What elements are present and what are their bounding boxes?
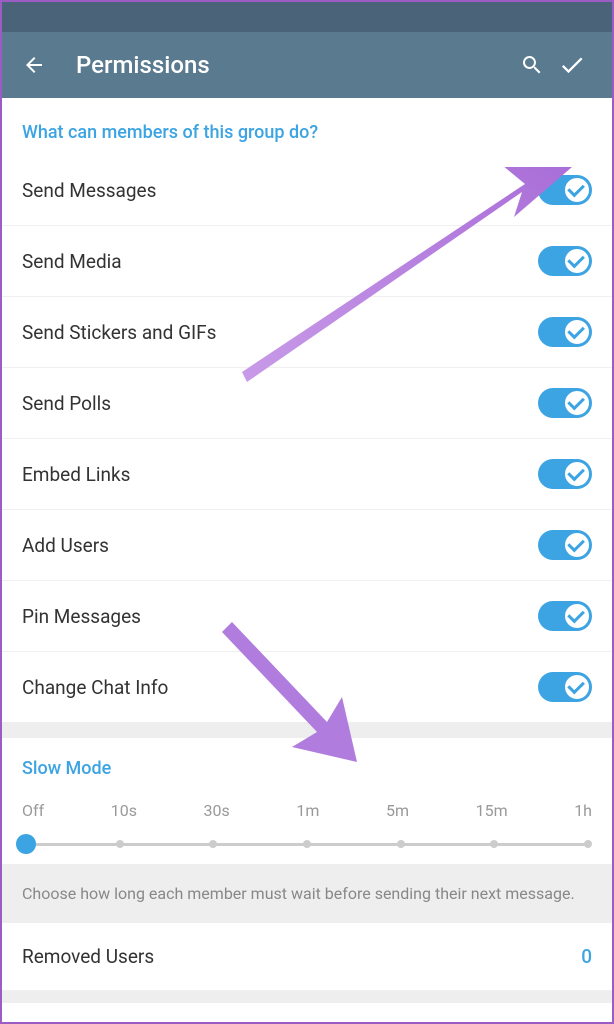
slider-label: 1h bbox=[574, 801, 592, 820]
permission-label: Embed Links bbox=[22, 463, 538, 486]
slow-mode-title: Slow Mode bbox=[22, 758, 592, 779]
check-icon bbox=[567, 535, 585, 553]
slider-tick bbox=[490, 840, 498, 848]
permission-row: Send Messages bbox=[2, 155, 612, 226]
permission-row: Pin Messages bbox=[2, 581, 612, 652]
permission-row: Change Chat Info bbox=[2, 652, 612, 722]
slider-tick bbox=[209, 840, 217, 848]
toggle-knob bbox=[563, 460, 591, 488]
permission-toggle[interactable] bbox=[538, 459, 592, 489]
slider-tick bbox=[397, 840, 405, 848]
permission-toggle[interactable] bbox=[538, 672, 592, 702]
slider-label: 1m bbox=[296, 801, 319, 820]
removed-users-row[interactable]: Removed Users 0 bbox=[2, 923, 612, 991]
check-icon bbox=[567, 322, 585, 340]
search-button[interactable] bbox=[512, 53, 552, 77]
permission-toggle[interactable] bbox=[538, 388, 592, 418]
permission-label: Send Polls bbox=[22, 392, 538, 415]
slider-label: 30s bbox=[204, 801, 230, 820]
permission-toggle[interactable] bbox=[538, 246, 592, 276]
toggle-knob bbox=[563, 673, 591, 701]
slider-label: Off bbox=[22, 801, 44, 820]
permission-row: Embed Links bbox=[2, 439, 612, 510]
status-bar bbox=[2, 2, 612, 32]
slow-mode-help: Choose how long each member must wait be… bbox=[2, 864, 612, 923]
toggle-knob bbox=[563, 602, 591, 630]
removed-users-count: 0 bbox=[581, 945, 592, 968]
check-icon bbox=[567, 677, 585, 695]
toggle-knob bbox=[563, 247, 591, 275]
check-icon bbox=[567, 180, 585, 198]
check-icon bbox=[567, 606, 585, 624]
permission-row: Send Stickers and GIFs bbox=[2, 297, 612, 368]
slow-mode-labels: Off 10s 30s 1m 5m 15m 1h bbox=[22, 801, 592, 820]
divider bbox=[2, 722, 612, 738]
permission-toggle[interactable] bbox=[538, 601, 592, 631]
slider-tick bbox=[584, 840, 592, 848]
check-icon bbox=[567, 251, 585, 269]
permission-list: Send Messages Send Media Send Stickers and… bbox=[2, 155, 612, 722]
app-bar: Permissions bbox=[2, 32, 612, 98]
permission-row: Add Users bbox=[2, 510, 612, 581]
confirm-button[interactable] bbox=[552, 51, 592, 79]
permission-label: Send Messages bbox=[22, 179, 538, 202]
toggle-knob bbox=[563, 389, 591, 417]
permission-label: Change Chat Info bbox=[22, 676, 538, 699]
toggle-knob bbox=[563, 318, 591, 346]
toggle-knob bbox=[563, 531, 591, 559]
permission-toggle[interactable] bbox=[538, 175, 592, 205]
content: What can members of this group do? Send … bbox=[2, 98, 612, 1003]
back-button[interactable] bbox=[22, 53, 46, 77]
check-icon bbox=[567, 464, 585, 482]
permission-row: Send Media bbox=[2, 226, 612, 297]
permission-toggle[interactable] bbox=[538, 317, 592, 347]
toggle-knob bbox=[563, 176, 591, 204]
slider-tick bbox=[116, 840, 124, 848]
slider-label: 10s bbox=[111, 801, 137, 820]
permission-label: Pin Messages bbox=[22, 605, 538, 628]
permission-label: Send Stickers and GIFs bbox=[22, 321, 538, 344]
permission-toggle[interactable] bbox=[538, 530, 592, 560]
slow-mode-slider[interactable] bbox=[26, 832, 588, 856]
removed-users-label: Removed Users bbox=[22, 945, 581, 968]
permission-label: Send Media bbox=[22, 250, 538, 273]
permission-row: Send Polls bbox=[2, 368, 612, 439]
permission-label: Add Users bbox=[22, 534, 538, 557]
page-title: Permissions bbox=[76, 51, 512, 79]
divider bbox=[2, 991, 612, 1003]
check-icon bbox=[567, 393, 585, 411]
slow-mode-section: Slow Mode Off 10s 30s 1m 5m 15m 1h bbox=[2, 738, 612, 864]
slider-knob[interactable] bbox=[16, 834, 36, 854]
slider-label: 5m bbox=[386, 801, 409, 820]
slider-tick bbox=[303, 840, 311, 848]
section-header: What can members of this group do? bbox=[2, 98, 612, 155]
slider-label: 15m bbox=[476, 801, 508, 820]
